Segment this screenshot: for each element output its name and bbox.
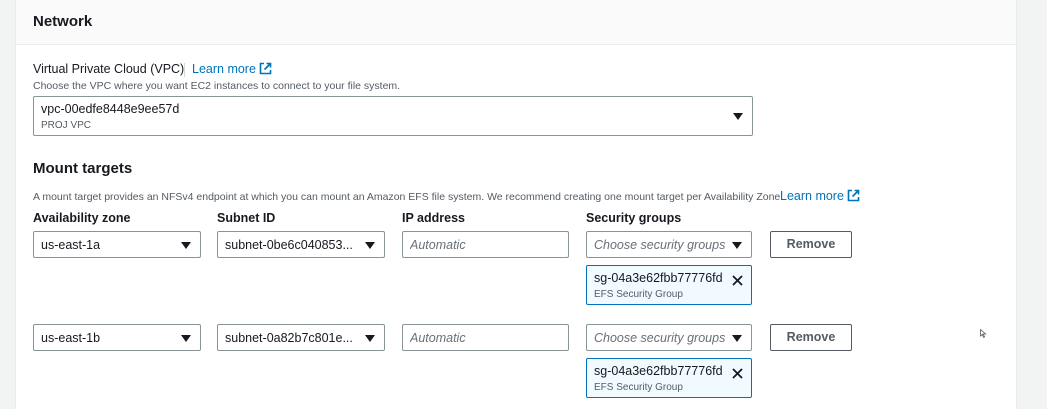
caret-down-icon	[181, 335, 191, 342]
caret-down-icon	[732, 335, 742, 342]
caret-down-icon	[181, 242, 191, 249]
column-header-security-groups: Security groups	[586, 211, 682, 225]
availability-zone-value: us-east-1a	[41, 238, 101, 252]
caret-down-icon	[732, 242, 742, 249]
close-icon[interactable]	[731, 274, 744, 287]
vpc-learn-more-label: Learn more	[192, 62, 256, 76]
subnet-id-value: subnet-0a82b7c801e...	[225, 331, 353, 345]
security-group-token-id: sg-04a3e62fbb77776fd	[594, 364, 723, 378]
subnet-id-select[interactable]: subnet-0be6c040853...	[217, 231, 385, 258]
subnet-id-select[interactable]: subnet-0a82b7c801e...	[217, 324, 385, 351]
column-header-availability-zone: Availability zone	[33, 211, 131, 225]
security-groups-select[interactable]: Choose security groups	[586, 324, 752, 351]
caret-down-icon	[733, 113, 743, 120]
vpc-label: Virtual Private Cloud (VPC)	[33, 62, 185, 76]
vpc-learn-more-link[interactable]: Learn more	[192, 62, 272, 76]
availability-zone-value: us-east-1b	[41, 331, 101, 345]
mount-targets-title: Mount targets	[33, 160, 133, 177]
network-header: Network	[16, 0, 1016, 45]
security-group-token-name: EFS Security Group	[594, 289, 683, 300]
mount-targets-description: A mount target provides an NFSv4 endpoin…	[33, 191, 784, 203]
network-panel: Network Virtual Private Cloud (VPC) Lear…	[15, 0, 1017, 409]
mount-targets-learn-more-link[interactable]: Learn more	[780, 189, 860, 203]
mount-targets-learn-more-label: Learn more	[780, 189, 844, 203]
external-link-icon	[259, 62, 272, 75]
security-groups-placeholder: Choose security groups	[594, 331, 726, 345]
security-group-token: sg-04a3e62fbb77776fd EFS Security Group	[586, 358, 752, 398]
vpc-selected-id: vpc-00edfe8448e9ee57d	[41, 102, 180, 116]
remove-button[interactable]: Remove	[770, 324, 852, 351]
column-header-subnet-id: Subnet ID	[217, 211, 276, 225]
remove-button[interactable]: Remove	[770, 231, 852, 258]
security-group-token-name: EFS Security Group	[594, 382, 683, 393]
vpc-select[interactable]: vpc-00edfe8448e9ee57d PROJ VPC	[33, 96, 753, 136]
availability-zone-select[interactable]: us-east-1a	[33, 231, 201, 258]
vpc-description: Choose the VPC where you want EC2 instan…	[33, 80, 401, 92]
caret-down-icon	[365, 242, 375, 249]
subnet-id-value: subnet-0be6c040853...	[225, 238, 353, 252]
ip-address-input[interactable]	[402, 324, 569, 351]
external-link-icon	[847, 189, 860, 202]
security-group-token-id: sg-04a3e62fbb77776fd	[594, 271, 723, 285]
network-title: Network	[33, 13, 93, 30]
close-icon[interactable]	[731, 367, 744, 380]
label-separator	[184, 63, 185, 77]
availability-zone-select[interactable]: us-east-1b	[33, 324, 201, 351]
column-header-ip-address: IP address	[402, 211, 466, 225]
ip-address-input[interactable]	[402, 231, 569, 258]
security-group-token: sg-04a3e62fbb77776fd EFS Security Group	[586, 265, 752, 305]
mouse-cursor-icon	[980, 329, 987, 338]
vpc-selected-name: PROJ VPC	[41, 120, 92, 131]
security-groups-placeholder: Choose security groups	[594, 238, 726, 252]
security-groups-select[interactable]: Choose security groups	[586, 231, 752, 258]
caret-down-icon	[365, 335, 375, 342]
